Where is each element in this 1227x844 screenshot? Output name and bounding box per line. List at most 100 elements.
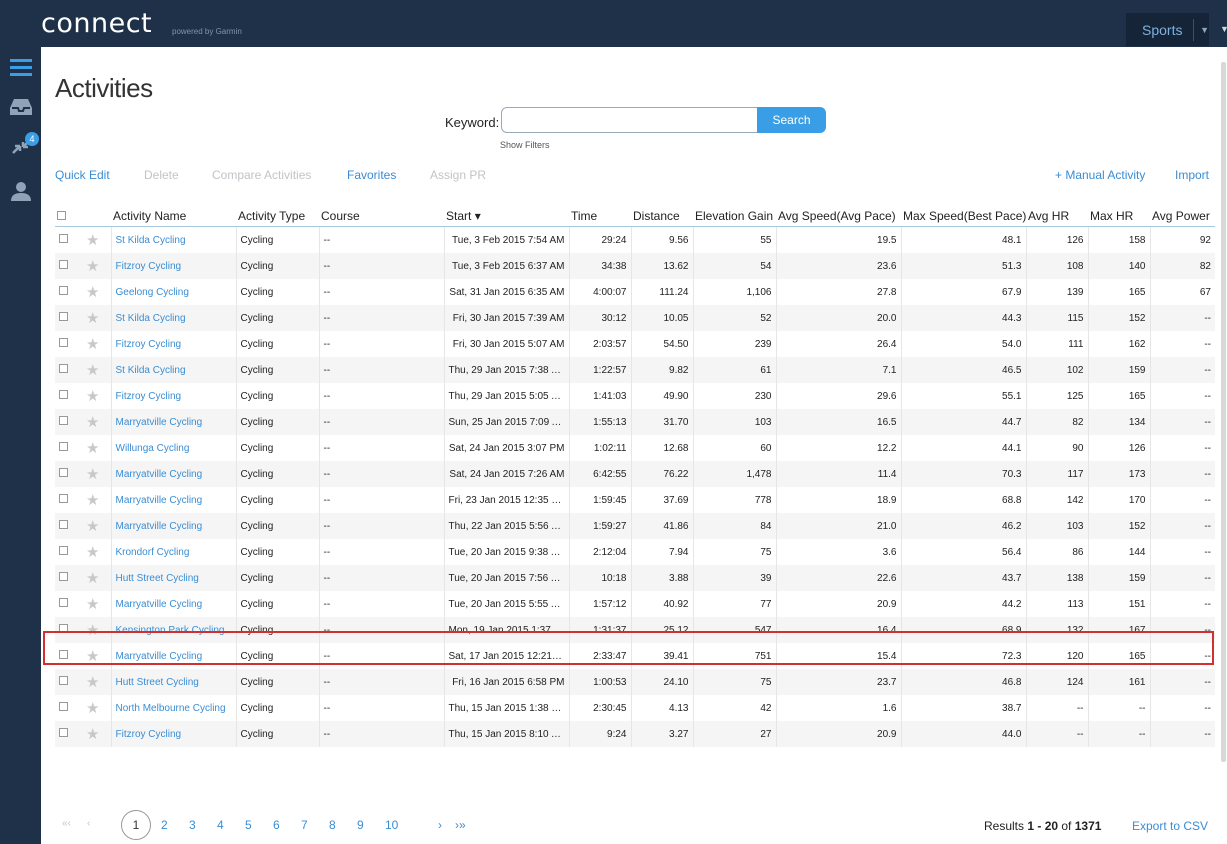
column-header[interactable]: Distance <box>631 205 693 227</box>
activity-name-link[interactable]: Marryatville Cycling <box>116 495 203 506</box>
row-checkbox[interactable] <box>59 546 68 555</box>
row-checkbox[interactable] <box>59 572 68 581</box>
activity-name-link[interactable]: Fitzroy Cycling <box>116 339 182 350</box>
row-checkbox[interactable] <box>59 234 68 243</box>
activity-name-link[interactable]: Geelong Cycling <box>116 287 189 298</box>
column-header[interactable]: Elevation Gain <box>693 205 776 227</box>
table-row[interactable]: ★ St Kilda Cycling Cycling -- Tue, 3 Feb 201… <box>55 226 1215 253</box>
row-checkbox[interactable] <box>59 364 68 373</box>
star-icon[interactable]: ★ <box>86 492 99 509</box>
star-icon[interactable]: ★ <box>86 544 99 561</box>
star-icon[interactable]: ★ <box>86 570 99 587</box>
row-checkbox[interactable] <box>59 728 68 737</box>
page-link[interactable]: 4 <box>217 818 224 832</box>
table-row[interactable]: ★ Marryatville Cycling Cycling -- Tue, 20 Ja… <box>55 591 1215 617</box>
activity-name-link[interactable]: St Kilda Cycling <box>116 313 186 324</box>
star-icon[interactable]: ★ <box>86 310 99 327</box>
row-checkbox[interactable] <box>59 494 68 503</box>
star-icon[interactable]: ★ <box>86 700 99 717</box>
table-row[interactable]: ★ Fitzroy Cycling Cycling -- Fri, 30 Jan 201… <box>55 331 1215 357</box>
row-checkbox[interactable] <box>59 520 68 529</box>
activity-name-link[interactable]: Kensington Park Cycling <box>116 625 225 636</box>
page-link[interactable]: 9 <box>357 818 364 832</box>
table-row[interactable]: ★ Marryatville Cycling Cycling -- Thu, 22 Ja… <box>55 513 1215 539</box>
search-button[interactable]: Search <box>757 107 826 133</box>
inbox-icon[interactable] <box>0 87 41 127</box>
row-checkbox[interactable] <box>59 598 68 607</box>
activity-name-link[interactable]: Fitzroy Cycling <box>116 729 182 740</box>
row-checkbox[interactable] <box>59 676 68 685</box>
favorites-link[interactable]: Favorites <box>347 168 396 182</box>
column-header[interactable]: Avg Power <box>1150 205 1215 227</box>
row-checkbox[interactable] <box>59 338 68 347</box>
star-icon[interactable]: ★ <box>86 674 99 691</box>
row-checkbox[interactable] <box>59 468 68 477</box>
star-icon[interactable]: ★ <box>86 518 99 535</box>
activity-name-link[interactable]: Willunga Cycling <box>116 443 190 454</box>
row-checkbox[interactable] <box>59 442 68 451</box>
star-icon[interactable]: ★ <box>86 622 99 639</box>
row-checkbox[interactable] <box>59 286 68 295</box>
row-checkbox[interactable] <box>59 390 68 399</box>
assign-pr-link[interactable]: Assign PR <box>430 168 486 182</box>
table-row[interactable]: ★ Geelong Cycling Cycling -- Sat, 31 Jan 201… <box>55 279 1215 305</box>
column-header[interactable]: Activity Name <box>111 205 236 227</box>
select-all-checkbox[interactable] <box>57 210 66 220</box>
star-icon[interactable]: ★ <box>86 648 99 665</box>
last-page-link[interactable]: ›» <box>455 818 466 832</box>
table-row[interactable]: ★ Hutt Street Cycling Cycling -- Tue, 20 Jan… <box>55 565 1215 591</box>
compare-activities-link[interactable]: Compare Activities <box>212 168 311 182</box>
table-row[interactable]: ★ Marryatville Cycling Cycling -- Sat, 24 Ja… <box>55 461 1215 487</box>
table-row[interactable]: ★ St Kilda Cycling Cycling -- Thu, 29 Jan 20… <box>55 357 1215 383</box>
current-page[interactable]: 1 <box>121 810 151 840</box>
star-icon[interactable]: ★ <box>86 362 99 379</box>
import-link[interactable]: Import <box>1175 168 1209 182</box>
activity-name-link[interactable]: Fitzroy Cycling <box>116 391 182 402</box>
table-row[interactable]: ★ Fitzroy Cycling Cycling -- Thu, 29 Jan 201… <box>55 383 1215 409</box>
first-page-link[interactable]: «‹ <box>62 818 71 829</box>
star-icon[interactable]: ★ <box>86 726 99 743</box>
star-icon[interactable]: ★ <box>86 466 99 483</box>
column-header[interactable]: Activity Type <box>236 205 319 227</box>
export-csv-link[interactable]: Export to CSV <box>1132 819 1208 833</box>
previous-page-link[interactable]: ‹ <box>87 818 90 829</box>
chevron-down-icon[interactable]: ▼ <box>1194 25 1209 35</box>
page-link[interactable]: 3 <box>189 818 196 832</box>
menu-icon[interactable] <box>0 47 41 87</box>
page-link[interactable]: 5 <box>245 818 252 832</box>
star-icon[interactable]: ★ <box>86 258 99 275</box>
table-row[interactable]: ★ Marryatville Cycling Cycling -- Sat, 17 Ja… <box>55 643 1215 669</box>
table-row[interactable]: ★ Fitzroy Cycling Cycling -- Tue, 3 Feb 2015… <box>55 253 1215 279</box>
sports-dropdown[interactable]: Sports ▼ <box>1126 13 1209 46</box>
user-profile-icon[interactable] <box>0 171 41 211</box>
column-header[interactable]: Avg Speed(Avg Pace) <box>776 205 901 227</box>
table-row[interactable]: ★ Fitzroy Cycling Cycling -- Thu, 15 Jan 201… <box>55 721 1215 747</box>
page-link[interactable]: 7 <box>301 818 308 832</box>
star-icon[interactable]: ★ <box>86 440 99 457</box>
quick-edit-link[interactable]: Quick Edit <box>55 168 110 182</box>
table-row[interactable]: ★ Krondorf Cycling Cycling -- Tue, 20 Jan 20… <box>55 539 1215 565</box>
column-header-sorted[interactable]: Start ▾ <box>444 205 569 227</box>
star-icon[interactable]: ★ <box>86 232 99 249</box>
column-header[interactable]: Avg HR <box>1026 205 1088 227</box>
row-checkbox[interactable] <box>59 260 68 269</box>
column-header[interactable]: Time <box>569 205 631 227</box>
star-icon[interactable]: ★ <box>86 596 99 613</box>
star-icon[interactable]: ★ <box>86 284 99 301</box>
row-checkbox[interactable] <box>59 650 68 659</box>
activity-name-link[interactable]: Marryatville Cycling <box>116 417 203 428</box>
table-row[interactable]: ★ Willunga Cycling Cycling -- Sat, 24 Jan 20… <box>55 435 1215 461</box>
keyword-search-input[interactable] <box>501 107 759 133</box>
activity-name-link[interactable]: Krondorf Cycling <box>116 547 190 558</box>
star-icon[interactable]: ★ <box>86 388 99 405</box>
star-icon[interactable]: ★ <box>86 336 99 353</box>
table-row[interactable]: ★ Marryatville Cycling Cycling -- Sun, 25 Ja… <box>55 409 1215 435</box>
activity-name-link[interactable]: St Kilda Cycling <box>116 365 186 376</box>
row-checkbox[interactable] <box>59 624 68 633</box>
activity-name-link[interactable]: Hutt Street Cycling <box>116 677 199 688</box>
show-filters-link[interactable]: Show Filters <box>500 140 550 150</box>
table-row[interactable]: ★ Kensington Park Cycling Cycling -- Mon, 19… <box>55 617 1215 643</box>
manual-activity-link[interactable]: + Manual Activity <box>1055 168 1145 182</box>
page-link[interactable]: 2 <box>161 818 168 832</box>
column-header[interactable]: Course <box>319 205 444 227</box>
